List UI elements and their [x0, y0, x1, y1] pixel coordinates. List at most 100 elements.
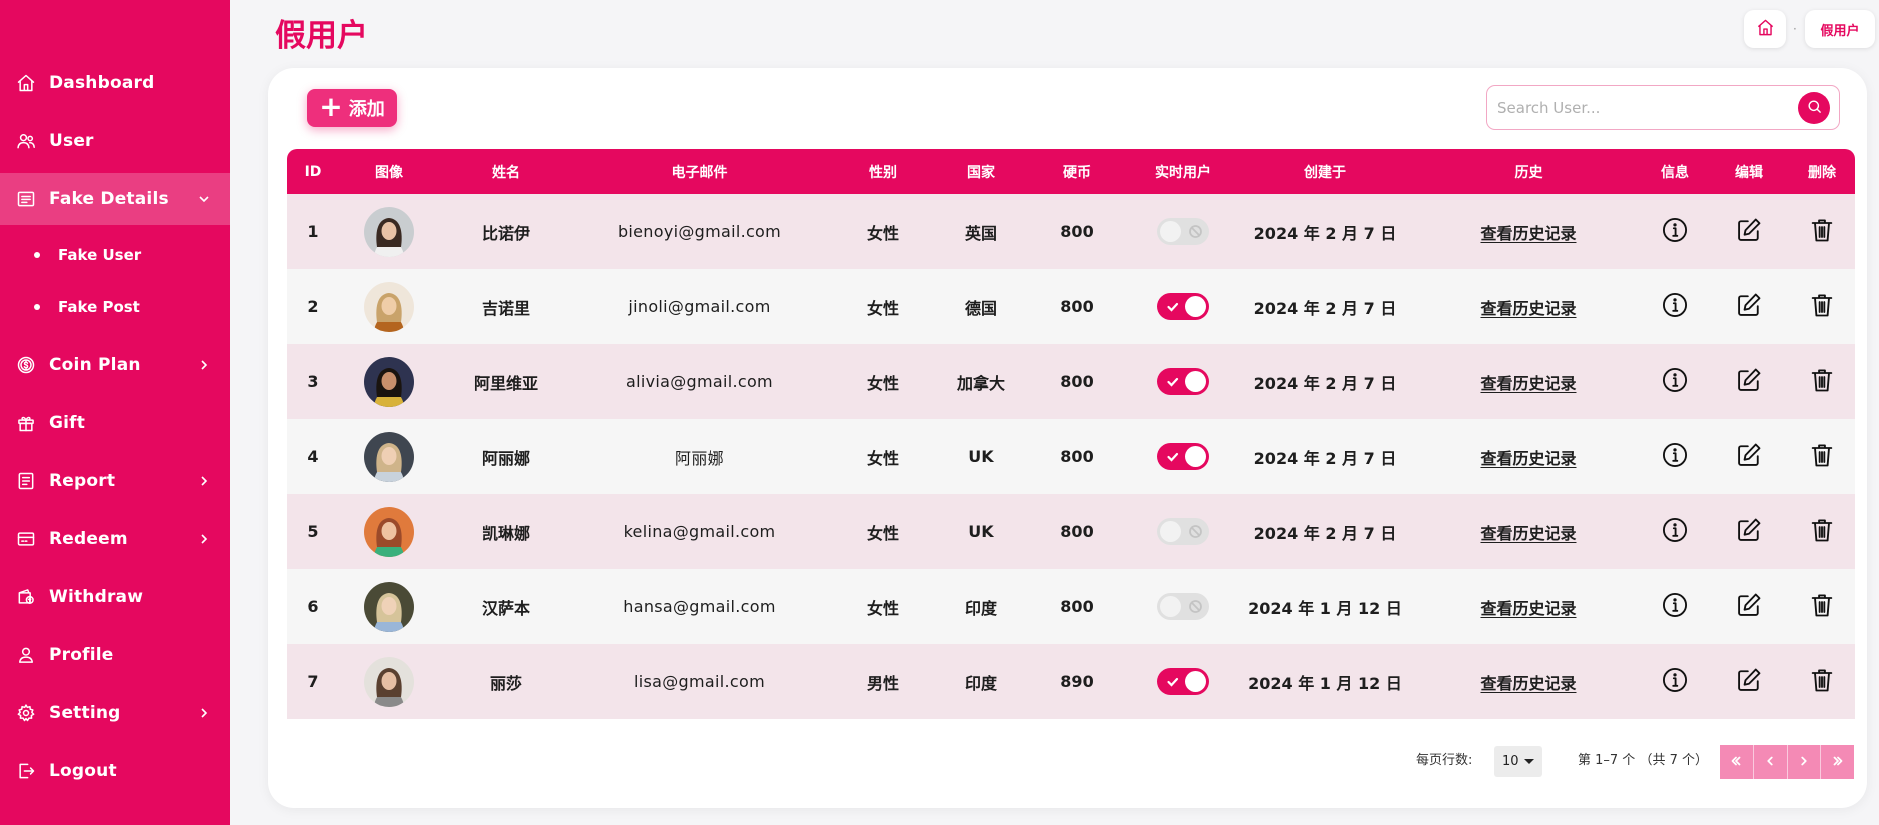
logout-icon [16, 761, 36, 781]
check-icon [1165, 374, 1180, 389]
trash-icon[interactable] [1808, 666, 1836, 698]
block-icon [1188, 599, 1203, 614]
edit-icon[interactable] [1735, 291, 1763, 323]
info-icon[interactable] [1661, 591, 1689, 623]
table-row: 2 吉诺里 jinoli@gmail.com 女性 德国 800 2024 年 2 月 7 … [287, 269, 1855, 344]
live-user-toggle[interactable] [1157, 368, 1209, 395]
live-user-toggle[interactable] [1157, 293, 1209, 320]
cell-email: lisa@gmail.com [634, 672, 765, 691]
view-history-link[interactable]: 查看历史记录 [1480, 220, 1576, 244]
cell-id: 1 [307, 222, 319, 241]
cell-id: 4 [307, 447, 319, 466]
edit-icon[interactable] [1735, 591, 1763, 623]
coin-icon [16, 355, 36, 375]
edit-icon[interactable] [1735, 366, 1763, 398]
view-history-link[interactable]: 查看历史记录 [1480, 670, 1576, 694]
cell-name: 吉诺里 [481, 298, 530, 318]
edit-icon[interactable] [1735, 666, 1763, 698]
cell-history: 查看历史记录 [1416, 344, 1641, 419]
info-icon[interactable] [1661, 666, 1689, 698]
sidebar-subitem-fake-post[interactable]: Fake Post [0, 285, 230, 329]
double-chevron-left-icon [1729, 753, 1743, 772]
info-icon[interactable] [1661, 366, 1689, 398]
cell-avatar [339, 569, 439, 644]
cell-coins: 800 [1060, 522, 1094, 541]
trash-icon[interactable] [1808, 216, 1836, 248]
sidebar-subitem-fake-user[interactable]: Fake User [0, 233, 230, 277]
trash-icon[interactable] [1808, 516, 1836, 548]
first-page-button[interactable] [1720, 745, 1754, 779]
cell-email: hansa@gmail.com [623, 597, 776, 616]
view-history-link[interactable]: 查看历史记录 [1480, 520, 1576, 544]
rows-per-page-select[interactable]: 10 [1494, 746, 1542, 777]
trash-icon[interactable] [1808, 441, 1836, 473]
live-user-toggle[interactable] [1157, 668, 1209, 695]
gift-icon [16, 413, 36, 433]
sidebar-item-dashboard[interactable]: Dashboard [0, 57, 230, 109]
sidebar-item-profile[interactable]: Profile [0, 629, 230, 681]
toggle-knob [1160, 596, 1181, 617]
edit-icon[interactable] [1735, 441, 1763, 473]
sidebar-item-coin-plan[interactable]: Coin Plan [0, 339, 230, 391]
users-table: ID 图像 姓名 电子邮件 性别 国家 硬币 实时用户 创建于 历史 信息 编辑 删除 1 比诺伊 bien… [287, 149, 1855, 719]
last-page-button[interactable] [1821, 745, 1854, 779]
sidebar-item-label: Profile [49, 645, 114, 665]
cell-email: alivia@gmail.com [626, 372, 773, 391]
sidebar-item-logout[interactable]: Logout [0, 745, 230, 797]
edit-icon[interactable] [1735, 516, 1763, 548]
trash-icon[interactable] [1808, 591, 1836, 623]
toggle-knob [1185, 296, 1206, 317]
live-user-toggle[interactable] [1157, 518, 1209, 545]
search-icon [1806, 98, 1823, 119]
header-id: ID [304, 163, 322, 180]
sidebar-item-redeem[interactable]: Redeem [0, 513, 230, 565]
sidebar-item-user[interactable]: User [0, 115, 230, 167]
sidebar-item-fake-details[interactable]: Fake Details [0, 173, 230, 225]
live-user-toggle[interactable] [1157, 218, 1209, 245]
cell-coins: 800 [1060, 597, 1094, 616]
view-history-link[interactable]: 查看历史记录 [1480, 445, 1576, 469]
trash-icon[interactable] [1808, 366, 1836, 398]
rows-per-page-value: 10 [1502, 754, 1519, 769]
cell-live-user [1132, 494, 1234, 569]
cell-gender: 女性 [866, 373, 899, 393]
next-page-button[interactable] [1788, 745, 1822, 779]
trash-icon[interactable] [1808, 291, 1836, 323]
toggle-knob [1185, 446, 1206, 467]
view-history-link[interactable]: 查看历史记录 [1480, 370, 1576, 394]
cell-info [1641, 269, 1709, 344]
rows-per-page-label: 每页行数: [1416, 753, 1473, 768]
add-button[interactable]: + 添加 [307, 89, 397, 127]
header-image: 图像 [375, 164, 403, 181]
table-row: 1 比诺伊 bienoyi@gmail.com 女性 英国 800 2024 年 2 月 7… [287, 194, 1855, 269]
sidebar-item-gift[interactable]: Gift [0, 397, 230, 449]
home-icon [16, 73, 36, 93]
sidebar-item-setting[interactable]: Setting [0, 687, 230, 739]
search-button[interactable] [1798, 92, 1830, 124]
live-user-toggle[interactable] [1157, 593, 1209, 620]
view-history-link[interactable]: 查看历史记录 [1480, 595, 1576, 619]
chevron-right-icon [196, 357, 212, 373]
cell-id: 7 [307, 672, 319, 691]
breadcrumb-home[interactable] [1744, 10, 1786, 48]
info-icon[interactable] [1661, 216, 1689, 248]
cell-country: 加拿大 [956, 373, 1005, 393]
cell-email: kelina@gmail.com [623, 522, 776, 541]
avatar [364, 356, 414, 407]
live-user-toggle[interactable] [1157, 443, 1209, 470]
info-icon[interactable] [1661, 441, 1689, 473]
cell-name: 比诺伊 [481, 223, 530, 243]
sidebar-subitem-label: Fake User [58, 246, 142, 264]
avatar [364, 431, 414, 482]
sidebar-item-label: User [49, 131, 94, 151]
sidebar-item-report[interactable]: Report [0, 455, 230, 507]
bullet-icon [34, 304, 40, 310]
info-icon[interactable] [1661, 291, 1689, 323]
info-icon[interactable] [1661, 516, 1689, 548]
sidebar-item-withdraw[interactable]: Withdraw [0, 571, 230, 623]
view-history-link[interactable]: 查看历史记录 [1480, 295, 1576, 319]
search-input[interactable] [1497, 94, 1777, 122]
edit-icon[interactable] [1735, 216, 1763, 248]
breadcrumb-current[interactable]: 假用户 [1805, 10, 1875, 48]
prev-page-button[interactable] [1754, 745, 1788, 779]
